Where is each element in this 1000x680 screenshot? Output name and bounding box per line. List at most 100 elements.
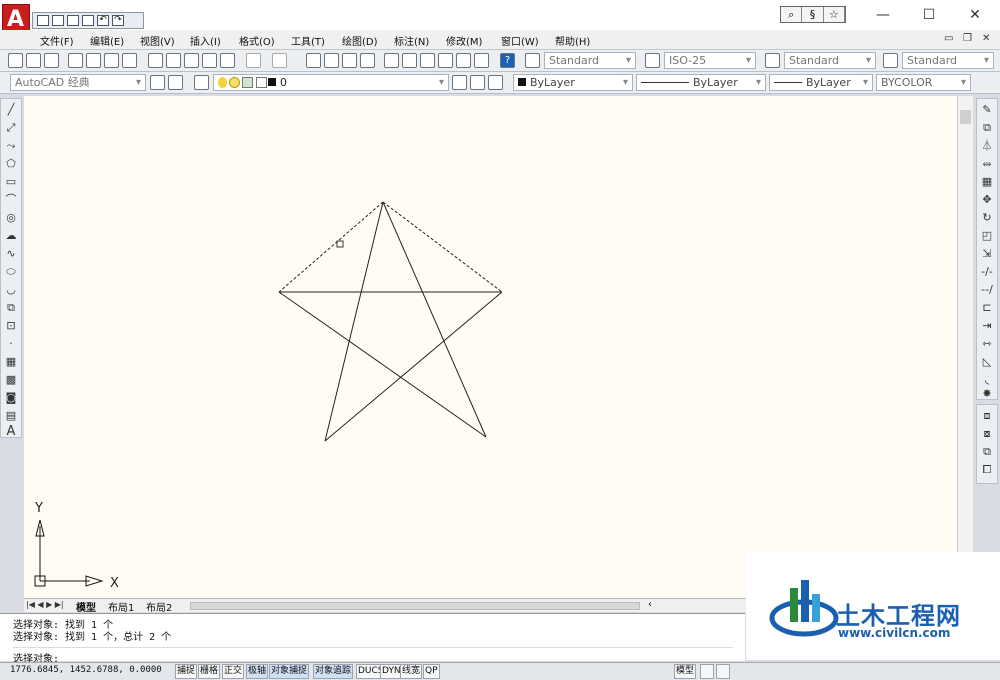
- vertical-scrollbar[interactable]: [957, 96, 973, 598]
- rectangle-icon[interactable]: ▭: [4, 175, 18, 189]
- favorites-icon[interactable]: ☆: [824, 7, 845, 22]
- layer-freeze-icon[interactable]: [229, 77, 240, 88]
- tool-palettes-icon[interactable]: [420, 53, 435, 68]
- layer-on-icon[interactable]: [218, 77, 227, 88]
- star-edge[interactable]: [382, 201, 487, 438]
- bring-to-front-icon[interactable]: ⧈: [980, 409, 994, 423]
- text-style-select[interactable]: Standard: [544, 52, 636, 69]
- dim-style-select[interactable]: ISO-25: [664, 52, 756, 69]
- menu-format[interactable]: 格式(O): [239, 33, 275, 48]
- open-icon[interactable]: [52, 15, 64, 26]
- print-icon[interactable]: [82, 15, 94, 26]
- circle-icon[interactable]: ◎: [4, 211, 18, 225]
- pan-icon[interactable]: [306, 53, 321, 68]
- layer-lock-icon[interactable]: [242, 77, 253, 88]
- layer-properties-icon[interactable]: [194, 75, 209, 90]
- make-block-icon[interactable]: ⊡: [4, 319, 18, 333]
- table-style-select[interactable]: Standard: [784, 52, 876, 69]
- arc-icon[interactable]: ⌒: [4, 193, 18, 207]
- polygon-icon[interactable]: ⬠: [4, 157, 18, 171]
- stretch-icon[interactable]: ⇲: [980, 247, 994, 261]
- multileader-style-select[interactable]: Standard: [902, 52, 994, 69]
- model-space-toggle[interactable]: 模型: [674, 664, 697, 679]
- osnap-toggle[interactable]: 对象捕捉: [269, 664, 310, 679]
- quickcalc-icon[interactable]: [474, 53, 489, 68]
- color-select[interactable]: ByLayer: [513, 74, 633, 91]
- selected-line[interactable]: [278, 201, 384, 293]
- point-icon[interactable]: ·: [4, 337, 18, 351]
- dim-style-icon[interactable]: [645, 53, 660, 68]
- layer-color-icon[interactable]: [256, 77, 267, 88]
- menu-draw[interactable]: 绘图(D): [342, 33, 378, 48]
- mirror-icon[interactable]: ⏃: [980, 139, 994, 153]
- line-icon[interactable]: ╱: [4, 103, 18, 117]
- tab-model[interactable]: 模型: [76, 599, 96, 614]
- properties-icon[interactable]: [384, 53, 399, 68]
- menu-help[interactable]: 帮助(H): [555, 33, 590, 48]
- star-edge[interactable]: [324, 291, 503, 442]
- copy-icon[interactable]: [166, 53, 181, 68]
- close-button[interactable]: ✕: [952, 4, 998, 26]
- spline-icon[interactable]: ∿: [4, 247, 18, 261]
- gradient-icon[interactable]: ▩: [4, 373, 18, 387]
- snap-toggle[interactable]: 捕捉: [175, 664, 198, 679]
- menu-dimension[interactable]: 标注(N): [394, 33, 429, 48]
- selected-line[interactable]: [382, 201, 503, 293]
- 3d-dwf-icon[interactable]: [122, 53, 137, 68]
- revision-cloud-icon[interactable]: ☁: [4, 229, 18, 243]
- quick-view-icon[interactable]: [716, 664, 730, 679]
- workspace-select[interactable]: AutoCAD 经典: [10, 74, 146, 91]
- multiline-text-icon[interactable]: A: [4, 425, 18, 439]
- design-center-icon[interactable]: [402, 53, 417, 68]
- region-icon[interactable]: ◙: [4, 391, 18, 405]
- menu-edit[interactable]: 编辑(E): [90, 33, 124, 48]
- redo-toolbar-icon[interactable]: [272, 53, 287, 68]
- menu-window[interactable]: 窗口(W): [501, 33, 539, 48]
- send-under-icon[interactable]: ⧠: [980, 463, 994, 477]
- text-style-icon[interactable]: [525, 53, 540, 68]
- bring-above-icon[interactable]: ⧉: [980, 445, 994, 459]
- paste-icon[interactable]: [184, 53, 199, 68]
- qnew-icon[interactable]: [8, 53, 23, 68]
- horizontal-scrollbar[interactable]: [190, 602, 640, 610]
- polyline-icon[interactable]: ⤳: [4, 139, 18, 153]
- move-icon[interactable]: ✥: [980, 193, 994, 207]
- table-icon[interactable]: ▤: [4, 409, 18, 423]
- construction-line-icon[interactable]: ⤢: [4, 121, 18, 135]
- scroll-thumb[interactable]: [960, 110, 971, 124]
- publish-icon[interactable]: [104, 53, 119, 68]
- grid-toggle[interactable]: 栅格: [198, 664, 221, 679]
- hatch-icon[interactable]: ▦: [4, 355, 18, 369]
- markup-icon[interactable]: [456, 53, 471, 68]
- zoom-window-icon[interactable]: [342, 53, 357, 68]
- insert-block-icon[interactable]: ⧉: [4, 301, 18, 315]
- qp-toggle[interactable]: QP: [423, 664, 440, 679]
- save-file-icon[interactable]: [44, 53, 59, 68]
- ortho-toggle[interactable]: 正交: [222, 664, 245, 679]
- extend-icon[interactable]: --/: [980, 283, 994, 297]
- doc-restore-button[interactable]: ❐: [963, 33, 972, 44]
- cut-icon[interactable]: [148, 53, 163, 68]
- menu-insert[interactable]: 插入(I): [190, 33, 221, 48]
- menu-file[interactable]: 文件(F): [40, 33, 74, 48]
- coordinates-readout[interactable]: 1776.6845, 1452.6788, 0.0000: [10, 665, 162, 675]
- menu-modify[interactable]: 修改(M): [446, 33, 482, 48]
- drawing-canvas[interactable]: Y X: [24, 96, 958, 598]
- match-properties-icon[interactable]: [202, 53, 217, 68]
- maximize-button[interactable]: ☐: [906, 4, 952, 26]
- rotate-icon[interactable]: ↻: [980, 211, 994, 225]
- open-file-icon[interactable]: [26, 53, 41, 68]
- plot-preview-icon[interactable]: [86, 53, 101, 68]
- send-to-back-icon[interactable]: ⧇: [980, 427, 994, 441]
- multileader-style-icon[interactable]: [883, 53, 898, 68]
- array-icon[interactable]: ▦: [980, 175, 994, 189]
- tab-nav-arrows[interactable]: |◀ ◀ ▶ ▶|: [26, 600, 64, 609]
- copy-object-icon[interactable]: ⧉: [980, 121, 994, 135]
- scale-icon[interactable]: ◰: [980, 229, 994, 243]
- offset-icon[interactable]: ⥈: [980, 157, 994, 171]
- table-style-icon[interactable]: [765, 53, 780, 68]
- plotstyle-select[interactable]: BYCOLOR: [876, 74, 971, 91]
- redo-icon[interactable]: ↷: [112, 15, 124, 26]
- menu-view[interactable]: 视图(V): [140, 33, 175, 48]
- zoom-previous-icon[interactable]: [360, 53, 375, 68]
